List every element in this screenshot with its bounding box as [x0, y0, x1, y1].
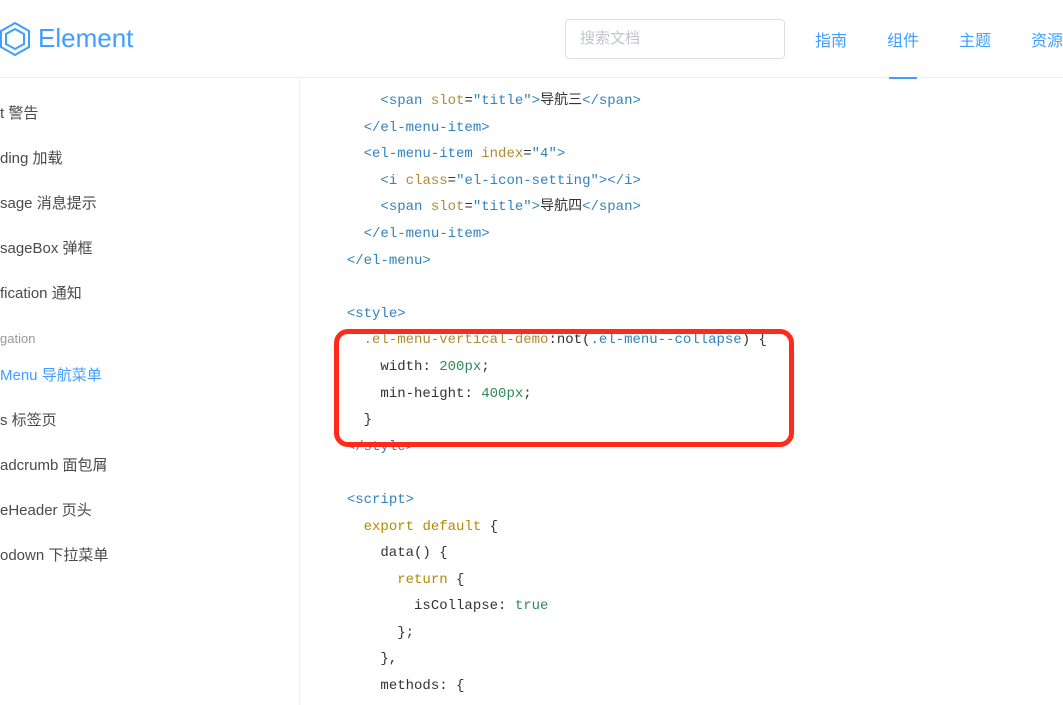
nav-resources[interactable]: 资源 — [1031, 1, 1063, 77]
sidebar-item[interactable]: adcrumb 面包屑 — [0, 442, 299, 487]
header: Element 指南 组件 主题 资源 — [0, 0, 1063, 78]
sidebar: t 警告 ding 加载 sage 消息提示 sageBox 弹框 ficati… — [0, 78, 300, 705]
sidebar-item[interactable]: ding 加载 — [0, 135, 299, 180]
sidebar-item[interactable]: odown 下拉菜单 — [0, 532, 299, 577]
sidebar-item[interactable]: t 警告 — [0, 90, 299, 135]
sidebar-item[interactable]: s 标签页 — [0, 397, 299, 442]
sidebar-item[interactable]: sageBox 弹框 — [0, 225, 299, 270]
top-nav: 指南 组件 主题 资源 — [815, 1, 1063, 77]
logo-icon — [0, 22, 30, 56]
nav-theme[interactable]: 主题 — [959, 1, 991, 77]
code-block: <span slot="title">导航三</span> </el-menu-… — [308, 88, 1063, 700]
main: t 警告 ding 加载 sage 消息提示 sageBox 弹框 ficati… — [0, 78, 1063, 705]
content: <span slot="title">导航三</span> </el-menu-… — [300, 78, 1063, 705]
sidebar-group-label: gation — [0, 315, 299, 352]
sidebar-item-navmenu[interactable]: Menu 导航菜单 — [0, 352, 299, 397]
nav-components[interactable]: 组件 — [887, 1, 919, 77]
search-wrap — [565, 19, 785, 59]
nav-guide[interactable]: 指南 — [815, 1, 847, 77]
sidebar-item[interactable]: fication 通知 — [0, 270, 299, 315]
brand-text: Element — [38, 23, 133, 54]
sidebar-item[interactable]: sage 消息提示 — [0, 180, 299, 225]
logo[interactable]: Element — [0, 22, 133, 56]
sidebar-item[interactable]: eHeader 页头 — [0, 487, 299, 532]
search-input[interactable] — [565, 19, 785, 59]
